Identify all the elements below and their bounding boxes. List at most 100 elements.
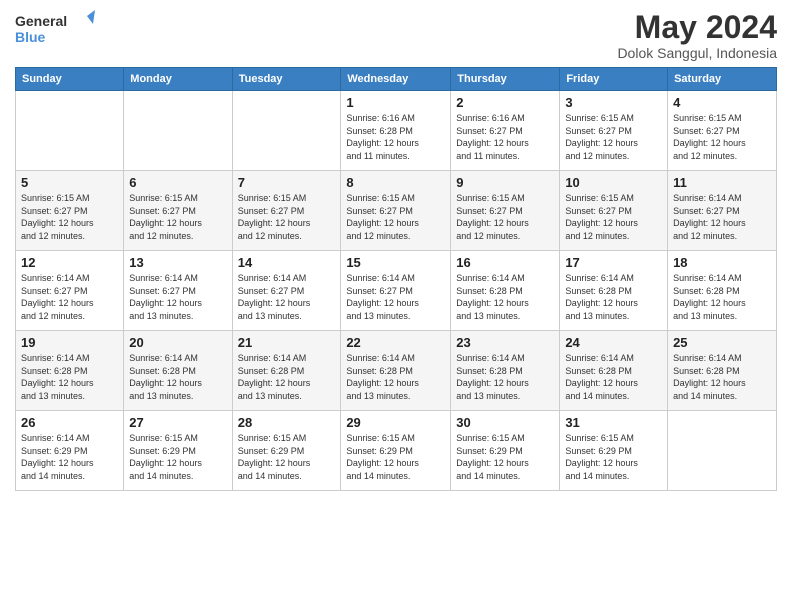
day-number: 29 [346,415,445,430]
day-info: Sunrise: 6:14 AM Sunset: 6:28 PM Dayligh… [456,352,554,402]
day-number: 6 [129,175,226,190]
calendar-cell-2-1: 13 Sunrise: 6:14 AM Sunset: 6:27 PM Dayli… [124,251,232,331]
calendar-cell-3-0: 19 Sunrise: 6:14 AM Sunset: 6:28 PM Dayli… [16,331,124,411]
day-number: 16 [456,255,554,270]
day-number: 13 [129,255,226,270]
calendar-cell-0-0 [16,91,124,171]
calendar-cell-3-3: 22Sunrise: 6:14 AM Sunset: 6:28 PM Dayli… [341,331,451,411]
title-block: May 2024 Dolok Sanggul, Indonesia [617,10,777,61]
day-info: Sunrise: 6:15 AM Sunset: 6:27 PM Dayligh… [565,192,662,242]
calendar-cell-0-2 [232,91,341,171]
header-wednesday: Wednesday [341,68,451,91]
day-number: 10 [565,175,662,190]
calendar-cell-1-0: 5 Sunrise: 6:15 AM Sunset: 6:27 PM Daylig… [16,171,124,251]
calendar-cell-1-1: 6Sunrise: 6:15 AM Sunset: 6:27 PM Daylig… [124,171,232,251]
day-number: 20 [129,335,226,350]
header-friday: Friday [560,68,668,91]
month-title: May 2024 [617,10,777,45]
day-number: 18 [673,255,771,270]
calendar-cell-2-6: 18Sunrise: 6:14 AM Sunset: 6:28 PM Dayli… [668,251,777,331]
calendar-cell-2-0: 12 Sunrise: 6:14 AM Sunset: 6:27 PM Dayli… [16,251,124,331]
calendar-cell-4-5: 31 Sunrise: 6:15 AM Sunset: 6:29 PM Dayli… [560,411,668,491]
day-info: Sunrise: 6:15 AM Sunset: 6:29 PM Dayligh… [456,432,554,482]
day-number: 28 [238,415,336,430]
calendar-cell-1-6: 11Sunrise: 6:14 AM Sunset: 6:27 PM Dayli… [668,171,777,251]
day-number: 12 [21,255,118,270]
day-info: Sunrise: 6:16 AM Sunset: 6:28 PM Dayligh… [346,112,445,162]
day-number: 14 [238,255,336,270]
day-info: Sunrise: 6:14 AM Sunset: 6:29 PM Dayligh… [21,432,118,482]
day-number: 5 [21,175,118,190]
day-number: 25 [673,335,771,350]
day-info: Sunrise: 6:15 AM Sunset: 6:27 PM Dayligh… [21,192,118,242]
day-info: Sunrise: 6:14 AM Sunset: 6:27 PM Dayligh… [21,272,118,322]
header-tuesday: Tuesday [232,68,341,91]
calendar-cell-4-3: 29 Sunrise: 6:15 AM Sunset: 6:29 PM Dayli… [341,411,451,491]
svg-text:General: General [15,13,67,29]
day-number: 8 [346,175,445,190]
calendar-cell-2-5: 17 Sunrise: 6:14 AM Sunset: 6:28 PM Dayli… [560,251,668,331]
day-number: 21 [238,335,336,350]
day-number: 31 [565,415,662,430]
header: General Blue May 2024 Dolok Sanggul, Ind… [15,10,777,61]
day-info: Sunrise: 6:14 AM Sunset: 6:27 PM Dayligh… [129,272,226,322]
day-info: Sunrise: 6:15 AM Sunset: 6:29 PM Dayligh… [129,432,226,482]
day-info: Sunrise: 6:15 AM Sunset: 6:29 PM Dayligh… [238,432,336,482]
day-number: 4 [673,95,771,110]
day-number: 1 [346,95,445,110]
day-number: 26 [21,415,118,430]
day-info: Sunrise: 6:15 AM Sunset: 6:27 PM Dayligh… [238,192,336,242]
logo-svg: General Blue [15,10,95,46]
header-monday: Monday [124,68,232,91]
day-number: 7 [238,175,336,190]
day-number: 3 [565,95,662,110]
header-thursday: Thursday [451,68,560,91]
calendar-cell-0-6: 4 Sunrise: 6:15 AM Sunset: 6:27 PM Daylig… [668,91,777,171]
day-info: Sunrise: 6:14 AM Sunset: 6:28 PM Dayligh… [21,352,118,402]
calendar-cell-4-0: 26 Sunrise: 6:14 AM Sunset: 6:29 PM Dayli… [16,411,124,491]
calendar-cell-0-3: 1 Sunrise: 6:16 AM Sunset: 6:28 PM Daylig… [341,91,451,171]
calendar-cell-3-2: 21Sunrise: 6:14 AM Sunset: 6:28 PM Dayli… [232,331,341,411]
day-info: Sunrise: 6:14 AM Sunset: 6:28 PM Dayligh… [456,272,554,322]
calendar-cell-4-6 [668,411,777,491]
day-number: 17 [565,255,662,270]
page: General Blue May 2024 Dolok Sanggul, Ind… [0,0,792,612]
calendar-cell-1-2: 7 Sunrise: 6:15 AM Sunset: 6:27 PM Daylig… [232,171,341,251]
calendar-cell-0-4: 2 Sunrise: 6:16 AM Sunset: 6:27 PM Daylig… [451,91,560,171]
calendar-cell-3-5: 24Sunrise: 6:14 AM Sunset: 6:28 PM Dayli… [560,331,668,411]
day-info: Sunrise: 6:15 AM Sunset: 6:27 PM Dayligh… [673,112,771,162]
calendar-cell-1-3: 8 Sunrise: 6:15 AM Sunset: 6:27 PM Daylig… [341,171,451,251]
day-number: 30 [456,415,554,430]
calendar-cell-1-4: 9Sunrise: 6:15 AM Sunset: 6:27 PM Daylig… [451,171,560,251]
day-number: 15 [346,255,445,270]
day-info: Sunrise: 6:15 AM Sunset: 6:29 PM Dayligh… [346,432,445,482]
day-number: 19 [21,335,118,350]
week-row-2: 12 Sunrise: 6:14 AM Sunset: 6:27 PM Dayli… [16,251,777,331]
calendar-cell-3-6: 25 Sunrise: 6:14 AM Sunset: 6:28 PM Dayli… [668,331,777,411]
header-saturday: Saturday [668,68,777,91]
header-sunday: Sunday [16,68,124,91]
day-info: Sunrise: 6:14 AM Sunset: 6:27 PM Dayligh… [673,192,771,242]
day-number: 2 [456,95,554,110]
calendar-cell-3-1: 20 Sunrise: 6:14 AM Sunset: 6:28 PM Dayli… [124,331,232,411]
week-row-0: 1 Sunrise: 6:16 AM Sunset: 6:28 PM Daylig… [16,91,777,171]
week-row-1: 5 Sunrise: 6:15 AM Sunset: 6:27 PM Daylig… [16,171,777,251]
day-info: Sunrise: 6:14 AM Sunset: 6:28 PM Dayligh… [129,352,226,402]
calendar-cell-2-2: 14Sunrise: 6:14 AM Sunset: 6:27 PM Dayli… [232,251,341,331]
calendar-cell-4-2: 28 Sunrise: 6:15 AM Sunset: 6:29 PM Dayli… [232,411,341,491]
calendar-cell-3-4: 23Sunrise: 6:14 AM Sunset: 6:28 PM Dayli… [451,331,560,411]
day-info: Sunrise: 6:15 AM Sunset: 6:27 PM Dayligh… [346,192,445,242]
logo: General Blue [15,10,95,46]
day-info: Sunrise: 6:15 AM Sunset: 6:29 PM Dayligh… [565,432,662,482]
calendar-cell-0-5: 3Sunrise: 6:15 AM Sunset: 6:27 PM Daylig… [560,91,668,171]
calendar-cell-4-1: 27 Sunrise: 6:15 AM Sunset: 6:29 PM Dayli… [124,411,232,491]
calendar-cell-0-1 [124,91,232,171]
calendar-table: Sunday Monday Tuesday Wednesday Thursday… [15,67,777,491]
day-info: Sunrise: 6:14 AM Sunset: 6:28 PM Dayligh… [565,352,662,402]
day-number: 27 [129,415,226,430]
day-info: Sunrise: 6:16 AM Sunset: 6:27 PM Dayligh… [456,112,554,162]
calendar-cell-2-3: 15Sunrise: 6:14 AM Sunset: 6:27 PM Dayli… [341,251,451,331]
day-info: Sunrise: 6:14 AM Sunset: 6:28 PM Dayligh… [565,272,662,322]
day-info: Sunrise: 6:14 AM Sunset: 6:28 PM Dayligh… [673,352,771,402]
svg-text:Blue: Blue [15,29,46,45]
